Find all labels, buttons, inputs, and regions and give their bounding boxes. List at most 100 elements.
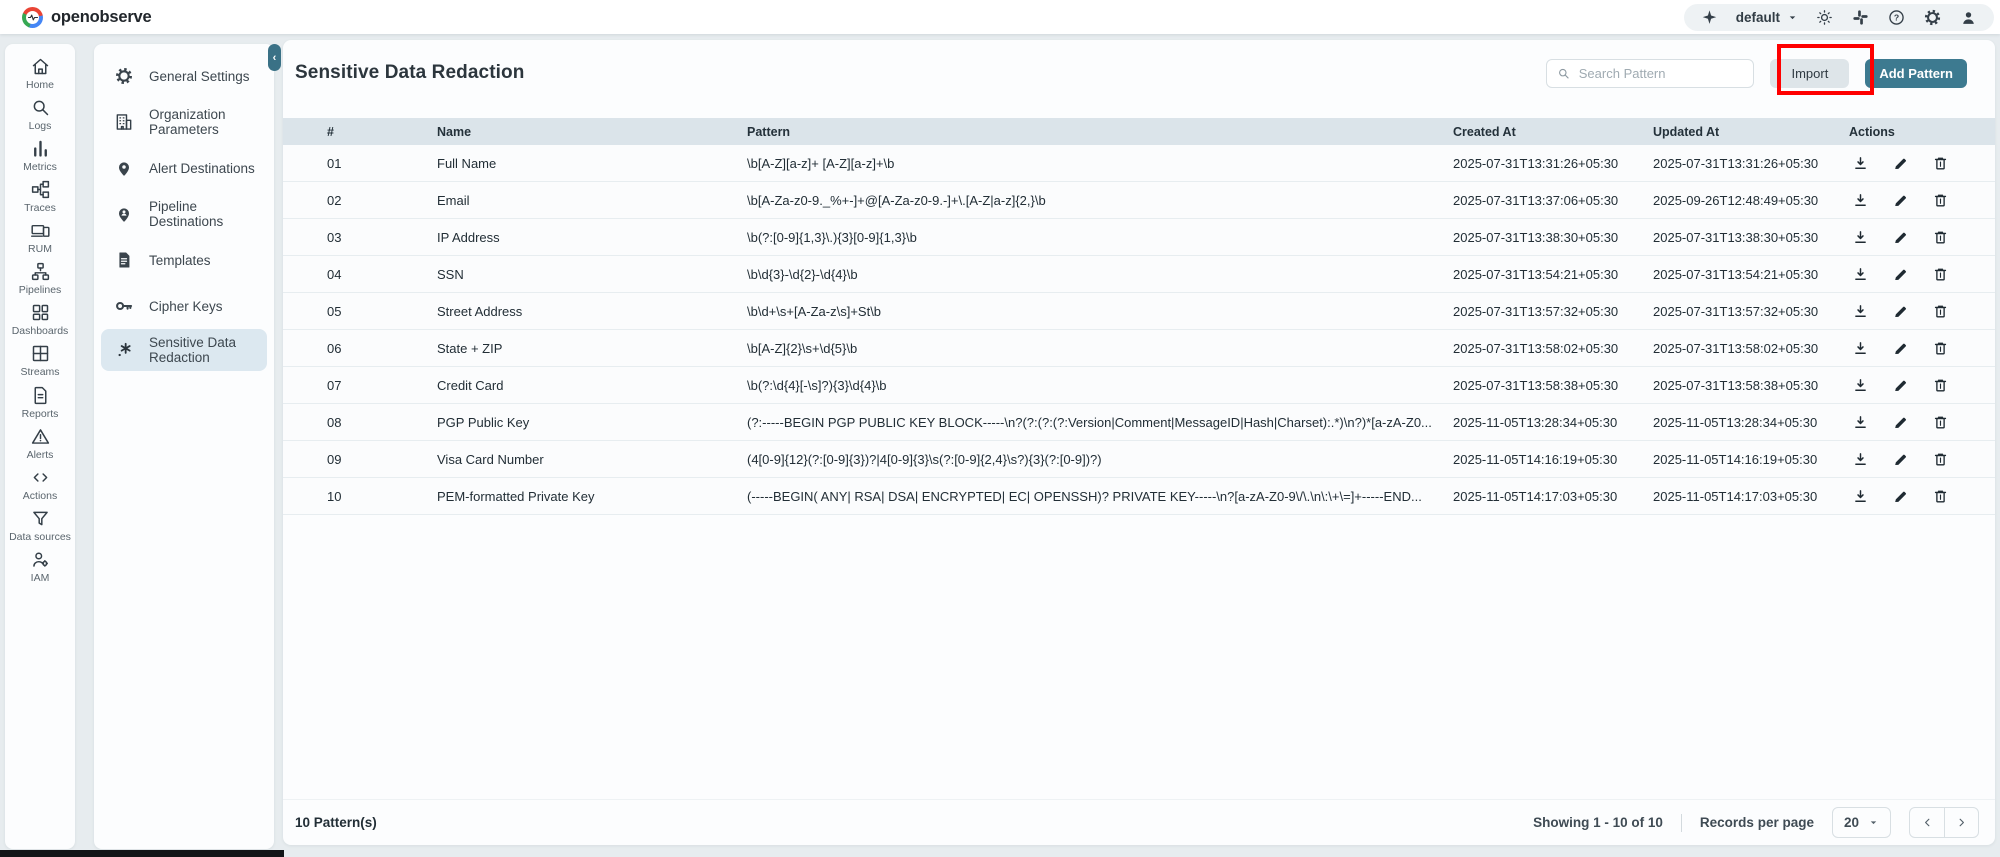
import-button[interactable]: Import <box>1770 58 1850 88</box>
sidebar-item-actions[interactable]: Actions <box>7 464 73 505</box>
pattern-name: PEM-formatted Private Key <box>437 488 595 504</box>
delete-icon[interactable] <box>1932 340 1949 357</box>
table-row[interactable]: 10 PEM-formatted Private Key (-----BEGIN… <box>283 478 1995 515</box>
delete-icon[interactable] <box>1932 229 1949 246</box>
delete-icon[interactable] <box>1932 414 1949 431</box>
sidebar-item-rum[interactable]: RUM <box>7 217 73 258</box>
sidebar-item-label: Data sources <box>9 530 71 543</box>
table-row[interactable]: 07 Credit Card \b(?:\d{4}[-\s]?){3}\d{4}… <box>283 367 1995 404</box>
edit-icon[interactable] <box>1892 451 1909 468</box>
column-header-pattern[interactable]: Pattern <box>737 125 1443 139</box>
sidebar-item-home[interactable]: Home <box>7 53 73 94</box>
settings-item-label: Alert Destinations <box>149 160 255 176</box>
sidebar-item-streams[interactable]: Streams <box>7 340 73 381</box>
sidebar-item-label: Logs <box>28 120 52 133</box>
download-icon[interactable] <box>1852 451 1869 468</box>
column-header-created-at[interactable]: Created At <box>1443 125 1643 139</box>
table-row[interactable]: 08 PGP Public Key (?:-----BEGIN PGP PUBL… <box>283 404 1995 441</box>
settings-item-label: Sensitive Data Redaction <box>149 335 237 365</box>
settings-item-general-settings[interactable]: General Settings <box>94 53 274 99</box>
slack-icon[interactable] <box>1851 8 1870 27</box>
settings-item-organization-parameters[interactable]: Organization Parameters <box>94 99 274 145</box>
ai-sparkle-icon[interactable] <box>1700 8 1719 27</box>
delete-icon[interactable] <box>1932 377 1949 394</box>
row-actions <box>1839 229 1985 246</box>
download-icon[interactable] <box>1852 303 1869 320</box>
delete-icon[interactable] <box>1932 451 1949 468</box>
download-icon[interactable] <box>1852 155 1869 172</box>
download-icon[interactable] <box>1852 488 1869 505</box>
table-row[interactable]: 03 IP Address \b(?:[0-9]{1,3}\.){3}[0-9]… <box>283 219 1995 256</box>
column-header-name[interactable]: Name <box>427 125 737 139</box>
openobserve-logo[interactable]: openobserve <box>22 6 152 28</box>
edit-icon[interactable] <box>1892 266 1909 283</box>
profile-icon[interactable] <box>1959 8 1978 27</box>
edit-icon[interactable] <box>1892 414 1909 431</box>
sidebar-item-iam[interactable]: IAM <box>7 546 73 587</box>
settings-item-templates[interactable]: Templates <box>94 237 274 283</box>
row-number: 02 <box>327 192 342 208</box>
previous-page-button[interactable] <box>1910 808 1944 837</box>
table-row[interactable]: 06 State + ZIP \b[A-Z]{2}\s+\d{5}\b 2025… <box>283 330 1995 367</box>
updated-at: 2025-07-31T13:57:32+05:30 <box>1653 303 1819 319</box>
settings-item-pipeline-destinations[interactable]: Pipeline Destinations <box>94 191 274 237</box>
column-header-updated-at[interactable]: Updated At <box>1643 125 1839 139</box>
sidebar-item-dashboards[interactable]: Dashboards <box>7 299 73 340</box>
column-header-actions: Actions <box>1849 124 1895 139</box>
edit-icon[interactable] <box>1892 303 1909 320</box>
next-page-button[interactable] <box>1944 808 1978 837</box>
download-icon[interactable] <box>1852 377 1869 394</box>
pattern-regex: \b(?:[0-9]{1,3}\.){3}[0-9]{1,3}\b <box>747 229 917 245</box>
collapse-sidebar-button[interactable]: ‹ <box>268 44 281 71</box>
theme-toggle-icon[interactable] <box>1815 8 1834 27</box>
toolbar: Sensitive Data Redaction Import Add Patt… <box>295 50 1967 96</box>
download-icon[interactable] <box>1852 266 1869 283</box>
sidebar-item-data-sources[interactable]: Data sources <box>7 505 73 546</box>
sidebar-item-pipelines[interactable]: Pipelines <box>7 258 73 299</box>
page-size-select[interactable]: 20 <box>1831 807 1891 838</box>
download-icon[interactable] <box>1852 229 1869 246</box>
sidebar-item-label: Reports <box>21 407 59 420</box>
add-pattern-button[interactable]: Add Pattern <box>1865 58 1967 88</box>
settings-item-label: Organization Parameters <box>149 107 226 137</box>
table-row[interactable]: 09 Visa Card Number (4[0-9]{12}(?:[0-9]{… <box>283 441 1995 478</box>
settings-item-alert-destinations[interactable]: Alert Destinations <box>94 145 274 191</box>
pattern-name: Email <box>437 192 470 208</box>
delete-icon[interactable] <box>1932 266 1949 283</box>
table-row[interactable]: 02 Email \b[A-Za-z0-9._%+-]+@[A-Za-z0-9.… <box>283 182 1995 219</box>
table-row[interactable]: 05 Street Address \b\d+\s+[A-Za-z\s]+St\… <box>283 293 1995 330</box>
sidebar-item-logs[interactable]: Logs <box>7 94 73 135</box>
delete-icon[interactable] <box>1932 192 1949 209</box>
settings-item-sensitive-data-redaction[interactable]: Sensitive Data Redaction <box>101 329 267 371</box>
table-row[interactable]: 01 Full Name \b[A-Z][a-z]+ [A-Z][a-z]+\b… <box>283 145 1995 182</box>
edit-icon[interactable] <box>1892 377 1909 394</box>
help-icon[interactable]: ? <box>1887 8 1906 27</box>
delete-icon[interactable] <box>1932 155 1949 172</box>
row-number: 01 <box>327 155 342 171</box>
edit-icon[interactable] <box>1892 229 1909 246</box>
table-row[interactable]: 04 SSN \b\d{3}-\d{2}-\d{4}\b 2025-07-31T… <box>283 256 1995 293</box>
edit-icon[interactable] <box>1892 488 1909 505</box>
delete-icon[interactable] <box>1932 488 1949 505</box>
pattern-regex: \b[A-Za-z0-9._%+-]+@[A-Za-z0-9.-]+\.[A-Z… <box>747 192 1046 208</box>
settings-gear-icon[interactable] <box>1923 8 1942 27</box>
download-icon[interactable] <box>1852 340 1869 357</box>
sidebar-item-label: Streams <box>20 366 60 379</box>
sidebar-item-reports[interactable]: Reports <box>7 382 73 423</box>
search-pattern-input[interactable] <box>1578 65 1744 81</box>
edit-icon[interactable] <box>1892 155 1909 172</box>
row-number: 03 <box>327 229 342 245</box>
column-header-num[interactable]: # <box>317 125 427 139</box>
sidebar-item-metrics[interactable]: Metrics <box>7 135 73 176</box>
sidebar-item-alerts[interactable]: Alerts <box>7 423 73 464</box>
sidebar-item-traces[interactable]: Traces <box>7 176 73 217</box>
download-icon[interactable] <box>1852 414 1869 431</box>
edit-icon[interactable] <box>1892 192 1909 209</box>
org-selector[interactable]: default <box>1736 10 1798 25</box>
settings-item-cipher-keys[interactable]: Cipher Keys <box>94 283 274 329</box>
map-pin-icon <box>114 158 134 178</box>
edit-icon[interactable] <box>1892 340 1909 357</box>
download-icon[interactable] <box>1852 192 1869 209</box>
delete-icon[interactable] <box>1932 303 1949 320</box>
created-at: 2025-11-05T13:28:34+05:30 <box>1453 414 1618 430</box>
